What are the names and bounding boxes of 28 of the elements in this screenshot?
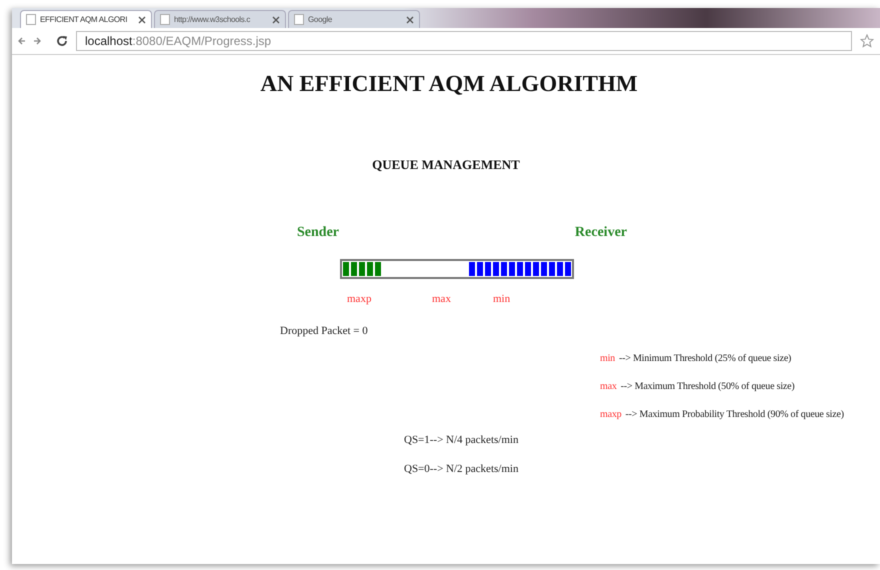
legend-text: --> Maximum Probability Threshold (90% of queue size) [625,409,844,420]
receiver-label: Receiver [574,225,627,241]
rate-text: QS=1--> N/4 packets/min [404,434,520,446]
threshold-marker: maxp [347,293,372,305]
threshold-marker: max [432,293,451,305]
close-icon[interactable] [406,16,414,24]
page-title: AN EFFICIENT AQM ALGORITHM [259,71,639,97]
browser-tab[interactable]: http://www.w3schools.c [154,10,286,28]
star-icon[interactable] [860,34,874,48]
page-icon [160,14,170,25]
close-icon[interactable] [138,16,146,24]
rate-text: QS=0--> N/2 packets/min [404,463,520,475]
sender-label: Sender [297,225,339,241]
page-icon [294,14,304,25]
legend-text: --> Minimum Threshold (25% of queue size) [618,353,792,364]
reload-icon[interactable] [56,35,68,47]
section-title: QUEUE MANAGEMENT [371,157,521,173]
legend-text: --> Maximum Threshold (50% of queue size) [620,381,795,392]
address-field[interactable]: localhost:8080/EAQM/Progress.jsp [76,31,852,51]
legend-key: max [600,381,617,392]
browser-tab[interactable]: Google [288,10,420,28]
close-icon[interactable] [272,16,280,24]
dropped-count: Dropped Packet = 0 [280,325,369,337]
legend-key: maxp [600,409,622,420]
threshold-marker: min [493,293,510,305]
page-icon [26,14,36,25]
legend-key: min [600,353,615,364]
browser-tab[interactable]: EFFICIENT AQM ALGORI [20,10,152,28]
